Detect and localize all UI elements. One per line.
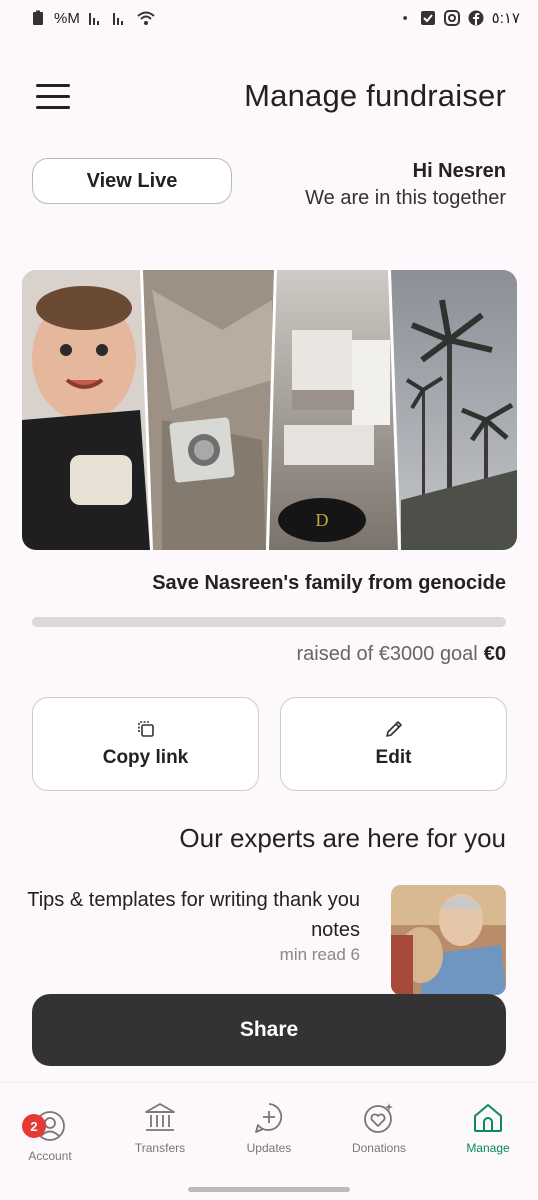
battery-icon bbox=[33, 10, 43, 25]
tip-read-time: min read 6 bbox=[279, 945, 360, 964]
page-title: Manage fundraiser bbox=[244, 78, 506, 113]
signal-icon bbox=[112, 13, 123, 25]
nav-label-updates: Updates bbox=[246, 1141, 292, 1155]
raised-amount: €0 bbox=[483, 643, 506, 665]
fundraising-progress-bar bbox=[32, 617, 506, 627]
share-button[interactable]: Share bbox=[32, 994, 506, 1066]
heart-donations-icon bbox=[364, 1103, 393, 1133]
view-live-button[interactable]: View Live bbox=[32, 158, 232, 204]
copy-icon bbox=[137, 721, 154, 737]
home-icon bbox=[474, 1104, 502, 1132]
hamburger-menu-icon[interactable] bbox=[36, 84, 70, 110]
fundraiser-cover-image[interactable]: D bbox=[22, 270, 517, 550]
copy-link-label: Copy link bbox=[102, 747, 189, 768]
nav-item-account[interactable]: Account 2 bbox=[0, 1101, 100, 1163]
facebook-icon bbox=[468, 10, 484, 26]
greeting-name: Hi Nesren bbox=[412, 160, 506, 182]
home-indicator[interactable] bbox=[188, 1187, 350, 1192]
dot-icon bbox=[402, 16, 407, 20]
nav-label-donations: Donations bbox=[351, 1141, 407, 1155]
tip-article[interactable]: Tips & templates for writing thank you n… bbox=[0, 885, 538, 995]
bottom-navigation: Account 2 Transfers Updates Donations Ma… bbox=[0, 1082, 538, 1186]
notification-badge: 2 bbox=[22, 1114, 46, 1138]
wifi-icon bbox=[137, 11, 155, 25]
svg-text:D: D bbox=[316, 510, 329, 530]
nav-item-donations[interactable]: Donations bbox=[329, 1101, 429, 1155]
tip-text: Tips & templates for writing thank you n… bbox=[20, 885, 360, 965]
edit-button[interactable]: Edit bbox=[280, 697, 507, 791]
tip-title: Tips & templates for writing thank you n… bbox=[27, 889, 360, 941]
greeting-row: View Live Hi Nesren We are in this toget… bbox=[0, 156, 538, 216]
edit-label: Edit bbox=[375, 747, 412, 768]
fundraiser-title: Save Nasreen's family from genocide bbox=[152, 572, 506, 594]
status-time: ٥:١٧ bbox=[491, 10, 520, 27]
nav-label-manage: Manage bbox=[466, 1141, 510, 1155]
greeting-subtitle: We are in this together bbox=[305, 187, 506, 209]
copy-link-button[interactable]: Copy link bbox=[32, 697, 259, 791]
tip-thumbnail bbox=[391, 885, 506, 995]
status-bar-right: ٥:١٧ bbox=[402, 9, 520, 27]
status-bar: %M ٥:١٧ bbox=[0, 0, 538, 36]
checkbox-icon bbox=[420, 11, 435, 25]
instagram-icon bbox=[443, 10, 460, 26]
signal-icon bbox=[88, 13, 99, 25]
pencil-icon bbox=[385, 721, 402, 737]
nav-label-transfers: Transfers bbox=[134, 1141, 186, 1155]
cover-collage: D bbox=[22, 270, 517, 550]
header: Manage fundraiser bbox=[0, 72, 538, 122]
add-update-icon bbox=[255, 1103, 283, 1133]
status-bar-left: %M bbox=[30, 10, 156, 27]
raised-summary: raised of €3000 goal €0 bbox=[297, 643, 507, 666]
nav-label-account: Account bbox=[28, 1149, 72, 1163]
nav-item-transfers[interactable]: Transfers bbox=[110, 1101, 210, 1155]
greeting: Hi Nesren We are in this together bbox=[305, 160, 506, 210]
nav-item-manage[interactable]: Manage bbox=[438, 1101, 538, 1155]
experts-heading: Our experts are here for you bbox=[179, 823, 506, 853]
bank-icon bbox=[145, 1103, 175, 1131]
status-left-text: %M bbox=[54, 9, 80, 27]
raised-goal-text: raised of €3000 goal bbox=[296, 643, 478, 665]
nav-item-updates[interactable]: Updates bbox=[219, 1101, 319, 1155]
